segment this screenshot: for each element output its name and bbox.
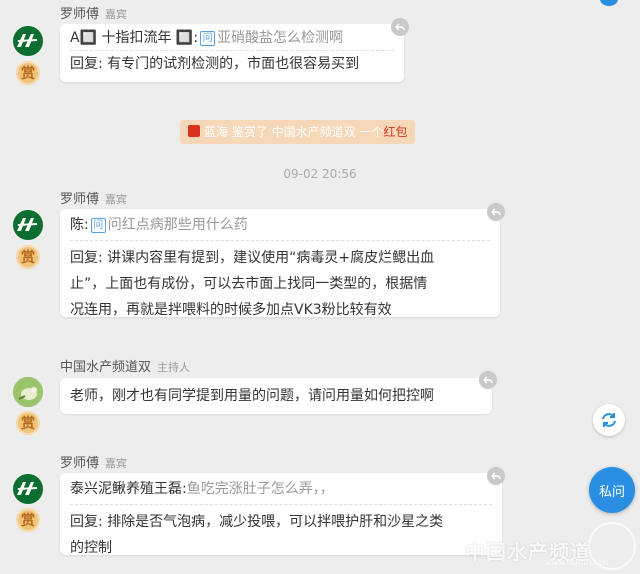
top-notification-dot[interactable] [600,0,618,6]
answer-line: 况连用，再就是拌喂料的时候多加点VK3粉比较有效 [70,302,392,318]
question-badge-icon: 问 [90,218,106,233]
sender-name: 中国水产频道双 主持人 [60,360,191,375]
message-bubble: A🔲 十指扣流年 🔲: 问亚硝酸盐怎么检测啊 回复: 有专门的试剂检测的，市面也很… [60,24,404,82]
reply-icon[interactable] [487,203,505,221]
avatar-teacher[interactable] [13,26,43,56]
sender-name: 罗师傅 嘉宾 [60,456,128,471]
teacher-logo-icon [17,34,38,47]
reply-icon[interactable] [479,371,497,389]
banner-sender: 蓝海 [204,125,229,139]
avatar-teacher[interactable] [13,210,43,240]
sender-role: 嘉宾 [105,193,128,206]
message-bubble: 泰兴泥鳅养殖王磊:鱼吃完涨肚子怎么弄，， 回复: 排除是否气泡病，减少投喂，可以… [60,473,502,556]
reward-button[interactable]: 赏 [16,411,40,435]
answer-line: 的控制 [70,540,112,556]
sender-role: 主持人 [157,361,191,374]
question-text: 问红点病那些用什么药 [107,217,248,233]
sender-name: 罗师傅 嘉宾 [60,192,128,207]
question-badge-icon: 问 [200,31,216,46]
answer-line: 回复: 排除是否气泡病，减少投喂，可以拌喂护肝和沙星之类 [70,514,444,530]
banner-middle: 鉴赏了 中国水产频道双 一个 [228,125,384,139]
gift-icon [188,125,200,137]
bird-avatar-icon [13,377,43,407]
refresh-button[interactable] [593,404,625,436]
sender-role: 嘉宾 [105,457,128,470]
question-text: 鱼吃完涨肚子怎么弄，， [186,481,334,497]
refresh-icon [602,413,616,427]
message-bubble: 陈: 问问红点病那些用什么药 回复: 讲课内容里有提到，建议使用“病毒灵+腐皮烂鳃… [60,209,500,318]
sender-name: 罗师傅 嘉宾 [60,7,128,22]
answer-line: 止”，上面也有成份，可以去市面上找同一类型的，根据情 [70,276,428,292]
message-text: 老师，刚才也有同学提到用量的问题，请问用量如何把控啊 [70,388,434,404]
quoted-question: A🔲 十指扣流年 🔲: 问亚硝酸盐怎么检测啊 [70,28,394,51]
reward-button[interactable]: 赏 [16,61,40,85]
avatar-host[interactable] [13,377,43,407]
message-bubble: 老师，刚才也有同学提到用量的问题，请问用量如何把控啊 [60,378,492,414]
question-asker: 泰兴泥鳅养殖王磊: [70,481,187,497]
teacher-logo-icon [17,218,38,231]
quoted-question: 泰兴泥鳅养殖王磊:鱼吃完涨肚子怎么弄，， [70,478,492,505]
quoted-question: 陈: 问问红点病那些用什么药 [70,214,490,241]
watermark-url: www.fishfirst.cn [545,558,609,567]
teacher-logo-icon [17,482,38,495]
reward-banner: 蓝海 鉴赏了 中国水产频道双 一个红包 [180,120,416,144]
message-timestamp: 09-02 20:56 [283,167,357,181]
answer-text: 回复: 有专门的试剂检测的，市面也很容易买到 [70,56,360,72]
question-text: 亚硝酸盐怎么检测啊 [217,30,344,46]
question-asker: 陈: [70,217,89,233]
avatar-teacher[interactable] [13,474,43,504]
private-ask-button[interactable]: 私问 [589,467,635,513]
banner-gift: 红包 [383,125,408,139]
sender-role: 嘉宾 [105,8,128,21]
reply-icon[interactable] [391,18,409,36]
answer-line: 回复: 讲课内容里有提到，建议使用“病毒灵+腐皮烂鳃出血 [70,250,435,266]
reply-icon[interactable] [487,467,505,485]
reward-button[interactable]: 赏 [16,245,40,269]
reward-button[interactable]: 赏 [16,508,40,532]
question-asker: A🔲 十指扣流年 🔲: [70,30,199,46]
